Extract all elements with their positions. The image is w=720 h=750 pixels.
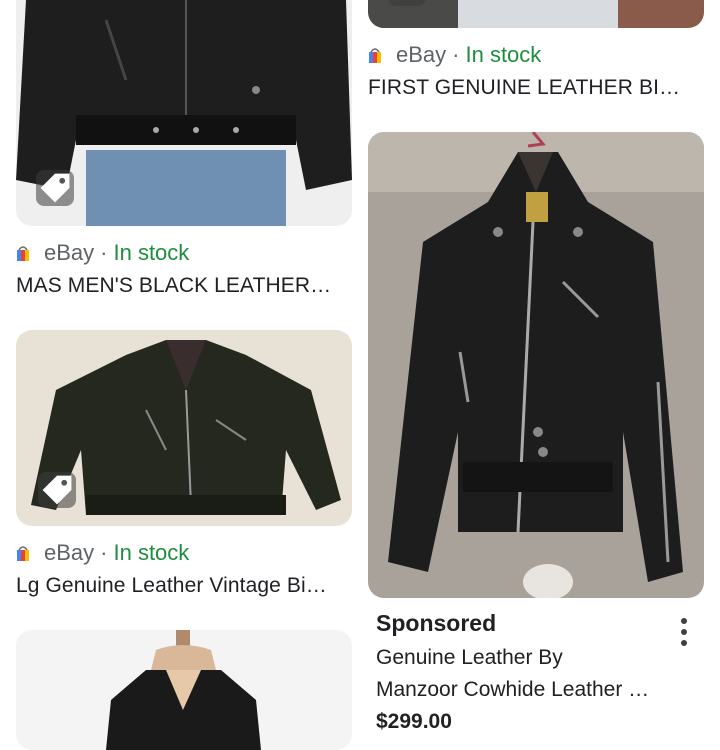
product-title[interactable]: Lg Genuine Leather Vintage Biker Jacket — [16, 574, 334, 598]
separator: · — [100, 240, 108, 265]
separator: · — [452, 42, 460, 67]
dot — [681, 618, 687, 624]
store-logo-icon — [369, 48, 381, 63]
product-image-lg-jacket[interactable] — [16, 330, 352, 526]
store-logo-icon — [17, 546, 29, 561]
sponsored-label: Sponsored — [376, 610, 497, 636]
sponsored-price: $299.00 — [376, 710, 452, 733]
separator: · — [100, 540, 108, 565]
jacket-photo — [16, 630, 352, 750]
availability-label: In stock — [113, 240, 190, 265]
more-vert-icon[interactable] — [670, 614, 698, 650]
sponsored-product-image[interactable] — [368, 132, 704, 598]
source-row: eBay · In stock — [16, 238, 189, 268]
product-image-mas-jacket[interactable] — [16, 0, 352, 226]
source-row: eBay · In stock — [16, 538, 189, 568]
source-label[interactable]: eBay — [44, 240, 94, 266]
tag-icon[interactable] — [388, 0, 426, 6]
availability-label: In stock — [465, 42, 542, 67]
dot — [681, 640, 687, 646]
tag-icon[interactable] — [38, 472, 76, 508]
sponsored-title-line2[interactable]: Manzoor Cowhide Leather Jacket — [376, 678, 656, 702]
jacket-photo — [368, 132, 704, 598]
product-image-first-jacket[interactable] — [368, 0, 704, 28]
sponsored-title-line1[interactable]: Genuine Leather By — [376, 646, 656, 670]
product-image-mannequin-jacket[interactable] — [16, 630, 352, 750]
tag-icon[interactable] — [36, 170, 74, 206]
source-label[interactable]: eBay — [44, 540, 94, 566]
dot — [681, 629, 687, 635]
source-row: eBay · In stock — [368, 40, 541, 70]
product-title[interactable]: MAS MEN'S BLACK LEATHER JACKET — [16, 274, 334, 298]
product-title[interactable]: FIRST GENUINE LEATHER BIKER JACKET — [368, 76, 688, 100]
availability-label: In stock — [113, 540, 190, 565]
store-logo-icon — [17, 246, 29, 261]
source-label[interactable]: eBay — [396, 42, 446, 68]
